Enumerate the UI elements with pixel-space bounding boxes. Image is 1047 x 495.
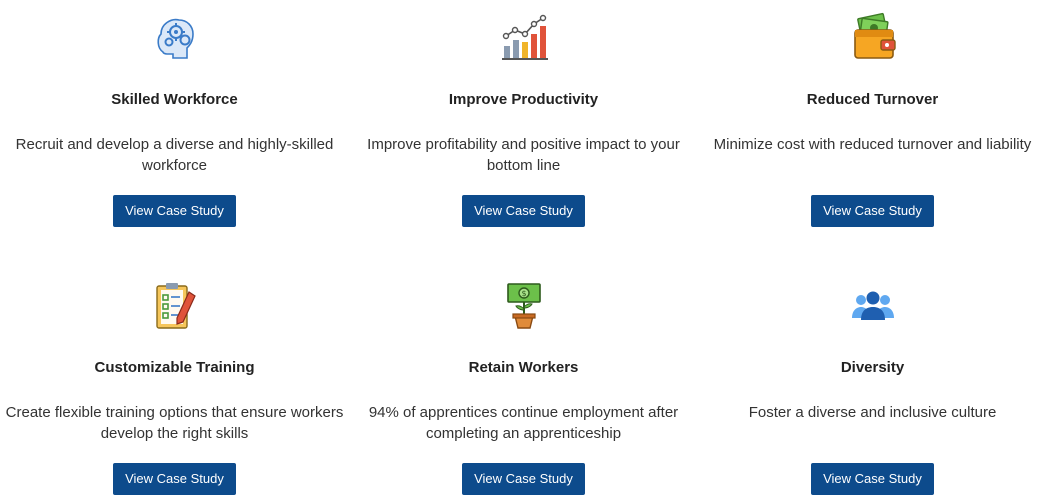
card-description: Minimize cost with reduced turnover and …	[713, 136, 1032, 153]
card-title: Customizable Training	[94, 359, 255, 376]
view-case-study-button[interactable]: View Case Study	[462, 463, 585, 495]
view-case-study-button[interactable]: View Case Study	[811, 463, 934, 495]
view-case-study-button[interactable]: View Case Study	[811, 195, 934, 227]
card-title: Skilled Workforce	[111, 91, 238, 108]
card-description: Recruit and develop a diverse and highly…	[15, 136, 334, 174]
view-case-study-button[interactable]: View Case Study	[462, 195, 585, 227]
benefit-card-skilled-workforce: Skilled Workforce Recruit and develop a …	[0, 12, 349, 227]
wallet-money-icon	[853, 12, 896, 59]
view-case-study-button[interactable]: View Case Study	[113, 195, 236, 227]
card-description: Foster a diverse and inclusive culture	[748, 404, 997, 421]
card-title: Improve Productivity	[448, 91, 599, 108]
brain-gears-icon	[156, 18, 194, 59]
benefits-grid: Skilled Workforce Recruit and develop a …	[0, 0, 1047, 495]
money-plant-icon: $	[506, 283, 541, 329]
card-title: Reduced Turnover	[806, 91, 939, 108]
clipboard-checklist-icon	[155, 283, 196, 329]
benefit-card-customizable-training: Customizable Training Create flexible tr…	[0, 280, 349, 495]
benefit-card-improve-productivity: Improve Productivity Improve profitabili…	[349, 12, 698, 227]
view-case-study-button[interactable]: View Case Study	[113, 463, 236, 495]
card-title: Retain Workers	[468, 359, 579, 376]
card-title: Diversity	[840, 359, 905, 376]
benefit-card-reduced-turnover: Reduced Turnover Minimize cost with redu…	[698, 12, 1047, 227]
svg-text:$: $	[521, 289, 526, 298]
card-description: 94% of apprentices continue employment a…	[368, 404, 679, 442]
benefit-card-diversity: Diversity Foster a diverse and inclusive…	[698, 280, 1047, 495]
card-description: Improve profitability and positive impac…	[367, 136, 680, 174]
card-description: Create flexible training options that en…	[5, 404, 344, 442]
bar-chart-growth-icon	[501, 14, 548, 60]
benefit-card-retain-workers: $ Retain Workers 94% of apprentices cont…	[349, 280, 698, 495]
people-group-icon	[851, 291, 894, 320]
